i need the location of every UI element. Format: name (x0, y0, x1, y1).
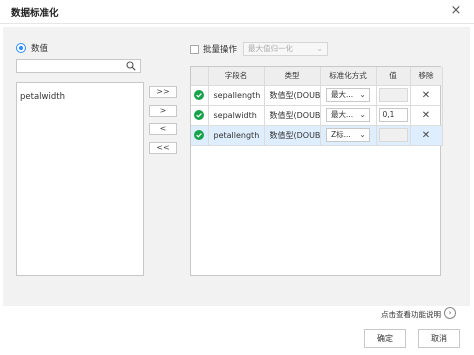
move-right-button[interactable]: > (149, 105, 177, 117)
method-select-value: 最大... (331, 90, 354, 99)
column-header-value: 值 (376, 67, 411, 86)
batch-method-select[interactable]: 最大值归一化 ⌄ (243, 42, 329, 56)
field-name-cell: sepalwidth (208, 105, 265, 126)
title-bar: 数据标准化 × (0, 0, 474, 24)
chevron-down-icon: ⌄ (359, 90, 366, 99)
confirm-button[interactable]: 确定 (364, 329, 406, 348)
column-header-type: 类型 (264, 67, 321, 86)
field-name-cell: sepallength (208, 85, 265, 106)
radio-label: 数值 (31, 44, 49, 54)
move-all-left-button[interactable]: << (149, 142, 177, 154)
table-header-row: 字段名 类型 标准化方式 值 移除 (191, 67, 443, 86)
table-row[interactable]: sepalwidth 数值型(DOUBLE) 最大... ⌄ 0,1 ✕ (191, 105, 443, 126)
move-all-right-button[interactable]: >> (149, 86, 177, 98)
column-header-status (191, 67, 209, 86)
available-field-list: petalwidth (16, 82, 144, 276)
batch-operation-row: 批量操作 最大值归一化 ⌄ (190, 42, 329, 56)
remove-icon[interactable]: ✕ (422, 90, 430, 101)
value-input[interactable] (378, 128, 408, 142)
table-row[interactable]: petallength 数值型(DOUBLE) Z标... ⌄ ✕ (191, 125, 443, 146)
close-icon[interactable]: × (447, 2, 465, 20)
field-type-cell: 数值型(DOUBLE) (264, 85, 321, 106)
chevron-down-icon: ⌄ (316, 44, 324, 53)
chevron-down-icon: ⌄ (359, 130, 366, 139)
field-type-cell: 数值型(DOUBLE) (264, 105, 321, 126)
radio-button[interactable] (16, 43, 26, 53)
field-name-cell: petallength (208, 125, 265, 146)
chevron-right-icon[interactable]: › (444, 307, 456, 319)
selected-fields-table: 字段名 类型 标准化方式 值 移除 sepallength 数值型(DOUBLE… (190, 66, 443, 276)
check-circle-icon (194, 90, 205, 100)
batch-label: 批量操作 (203, 45, 238, 55)
move-left-button[interactable]: < (149, 123, 177, 135)
method-select[interactable]: 最大... ⌄ (326, 108, 370, 122)
check-circle-icon (194, 110, 205, 120)
value-input[interactable] (378, 88, 408, 102)
check-circle-icon (194, 130, 205, 140)
help-link[interactable]: 点击查看功能说明 (381, 309, 441, 320)
batch-checkbox[interactable] (190, 44, 199, 54)
remove-icon[interactable]: ✕ (422, 130, 430, 141)
method-select-value: 最大... (331, 110, 354, 119)
value-input[interactable]: 0,1 (378, 108, 408, 122)
standardize-dialog: 数据标准化 × 数值 petalwidth >> > < << 批量操作 最大值… (0, 0, 474, 355)
cancel-button[interactable]: 取消 (418, 329, 460, 348)
chevron-down-icon: ⌄ (359, 110, 366, 119)
method-select[interactable]: Z标... ⌄ (326, 128, 370, 142)
list-item[interactable]: petalwidth (20, 92, 65, 102)
method-select-value: Z标... (331, 130, 351, 139)
dialog-title: 数据标准化 (11, 8, 59, 19)
numeric-radio-option[interactable]: 数值 (16, 42, 48, 54)
remove-icon[interactable]: ✕ (422, 110, 430, 121)
batch-select-value: 最大值归一化 (248, 44, 294, 53)
method-select[interactable]: 最大... ⌄ (326, 88, 370, 102)
search-icon[interactable] (126, 61, 136, 71)
table-row[interactable]: sepallength 数值型(DOUBLE) 最大... ⌄ ✕ (191, 85, 443, 106)
column-header-remove: 移除 (410, 67, 443, 86)
column-header-field: 字段名 (208, 67, 265, 86)
column-header-method: 标准化方式 (320, 67, 377, 86)
field-type-cell: 数值型(DOUBLE) (264, 125, 321, 146)
search-input[interactable] (16, 59, 141, 73)
